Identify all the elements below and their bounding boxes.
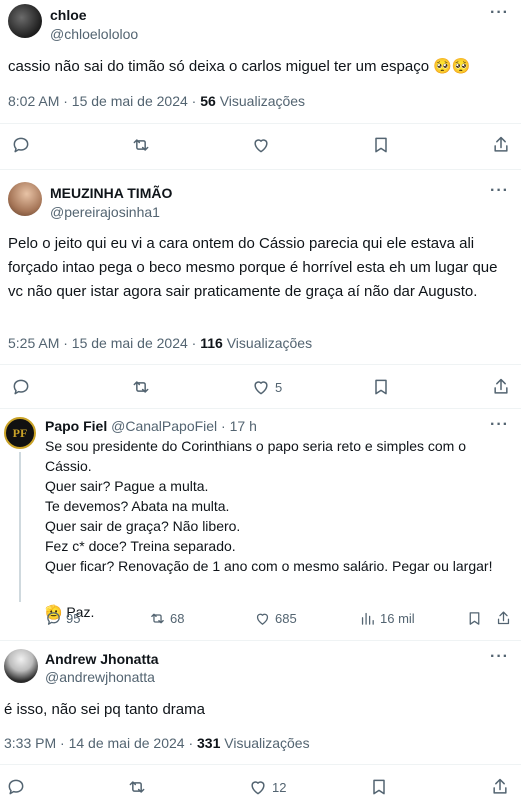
views-label: Visualizações <box>215 93 306 109</box>
avatar-logo: PF <box>12 425 28 440</box>
share-icon <box>494 136 508 152</box>
text-line: Se sou presidente do Corinthians o papo … <box>45 438 467 474</box>
tweet-time-ago[interactable]: · 17 h <box>217 418 257 434</box>
more-options-button[interactable]: ··· <box>490 182 509 200</box>
tweet-text: cassio não sai do timão só deixa o carlo… <box>8 58 471 75</box>
bookmark-icon <box>469 612 480 625</box>
share-button[interactable] <box>495 610 512 627</box>
like-button[interactable]: 685 <box>254 610 297 627</box>
divider <box>0 764 521 765</box>
retweet-button[interactable]: 68 <box>149 610 184 627</box>
bookmark-button[interactable] <box>466 610 483 627</box>
more-options-button[interactable]: ··· <box>490 648 509 666</box>
author-name[interactable]: chloe <box>50 7 87 23</box>
share-icon <box>493 778 507 794</box>
retweet-count: 68 <box>170 611 185 626</box>
divider <box>0 364 521 365</box>
divider <box>0 408 521 409</box>
retweet-icon <box>151 613 164 624</box>
like-button[interactable]: 12 <box>248 777 286 797</box>
reply-count: 95 <box>66 611 81 626</box>
tweet-meta: 8:02 AM · 15 de mai de 2024 · 56 Visuali… <box>8 93 305 109</box>
bookmark-icon <box>375 137 387 153</box>
more-options-button[interactable]: ··· <box>490 416 509 434</box>
text-line: Quer sair? Pague a multa. <box>45 478 209 494</box>
share-button[interactable] <box>491 135 511 155</box>
bookmark-button[interactable] <box>369 777 389 797</box>
reply-button[interactable] <box>11 135 31 155</box>
tweet-meta: 3:33 PM · 14 de mai de 2024 · 331 Visual… <box>4 735 310 751</box>
views-count: 331 <box>197 735 221 751</box>
text-line <box>45 456 515 476</box>
retweet-icon <box>133 381 149 393</box>
tweet-text: Se sou presidente do Corinthians o papo … <box>45 436 515 622</box>
like-count: 5 <box>275 379 283 395</box>
like-button[interactable]: 5 <box>251 377 282 397</box>
text-line: Te devemos? Abata na multa. <box>45 498 230 514</box>
reply-button[interactable]: 95 <box>45 610 80 627</box>
reply-icon <box>8 779 24 795</box>
author-name[interactable]: Andrew Jhonatta <box>45 651 159 667</box>
retweet-icon <box>133 139 149 151</box>
heart-icon <box>254 381 268 395</box>
views-label: Visualizações <box>222 335 313 351</box>
reply-icon <box>47 612 60 625</box>
retweet-icon <box>129 781 145 793</box>
views-label: Visualizações <box>220 735 310 751</box>
text-line: Quer ficar? Renovação de 1 ano com o mes… <box>45 558 493 574</box>
avatar[interactable] <box>8 182 42 216</box>
avatar[interactable]: PF <box>4 417 36 449</box>
like-button[interactable] <box>251 135 271 155</box>
reply-button[interactable] <box>6 777 26 797</box>
avatar[interactable] <box>8 4 42 38</box>
heart-icon <box>254 139 268 153</box>
views-count: 56 <box>200 93 216 109</box>
reply-icon <box>13 379 29 395</box>
views-button[interactable]: 16 mil <box>359 610 415 627</box>
tweet-text: é isso, não sei pq tanto drama <box>4 701 205 718</box>
divider <box>0 169 521 170</box>
share-icon <box>494 378 508 394</box>
bookmark-icon <box>373 779 385 795</box>
author-handle[interactable]: @andrewjhonatta <box>45 669 155 685</box>
views-count: 116 <box>200 335 223 351</box>
tweet-timestamp[interactable]: 8:02 AM · 15 de mai de 2024 · <box>8 93 200 109</box>
like-count: 12 <box>272 779 287 795</box>
tweet-timestamp[interactable]: 3:33 PM · 14 de mai de 2024 · <box>4 735 197 751</box>
avatar[interactable] <box>4 649 38 683</box>
text-line <box>45 576 515 596</box>
heart-icon <box>251 781 265 795</box>
retweet-button[interactable] <box>131 377 151 397</box>
heart-icon <box>256 613 269 625</box>
author-handle[interactable]: @chloelololoo <box>50 26 138 42</box>
divider <box>0 640 521 641</box>
author-name[interactable]: Papo Fiel <box>45 418 107 434</box>
tweet-timestamp[interactable]: 5:25 AM · 15 de mai de 2024 · <box>8 335 200 351</box>
bookmark-icon <box>375 379 387 395</box>
text-line: Quer sair de graça? Não libero. <box>45 518 241 534</box>
share-button[interactable] <box>490 777 510 797</box>
like-count: 685 <box>275 611 297 626</box>
share-button[interactable] <box>491 377 511 397</box>
bookmark-button[interactable] <box>371 377 391 397</box>
retweet-button[interactable] <box>127 777 147 797</box>
author-name[interactable]: MEUZINHA TIMÃO <box>50 185 172 201</box>
bar-chart-icon <box>361 612 374 625</box>
views-count: 16 mil <box>380 611 415 626</box>
tweet-text: Pelo o jeito qui eu vi a cara ontem do C… <box>8 235 498 300</box>
thread-line <box>19 452 21 602</box>
tweet-meta: 5:25 AM · 15 de mai de 2024 · 116 Visual… <box>8 335 312 351</box>
share-icon <box>497 611 510 625</box>
retweet-button[interactable] <box>131 135 151 155</box>
text-line: Fez c* doce? Treina separado. <box>45 538 236 554</box>
reply-button[interactable] <box>11 377 31 397</box>
tweet-header: Papo Fiel @CanalPapoFiel · 17 h <box>45 418 257 434</box>
more-options-button[interactable]: ··· <box>490 4 509 22</box>
divider <box>0 123 521 124</box>
author-handle[interactable]: @pereirajosinha1 <box>50 204 160 220</box>
reply-icon <box>13 137 29 153</box>
bookmark-button[interactable] <box>371 135 391 155</box>
author-handle[interactable]: @CanalPapoFiel <box>111 418 217 434</box>
